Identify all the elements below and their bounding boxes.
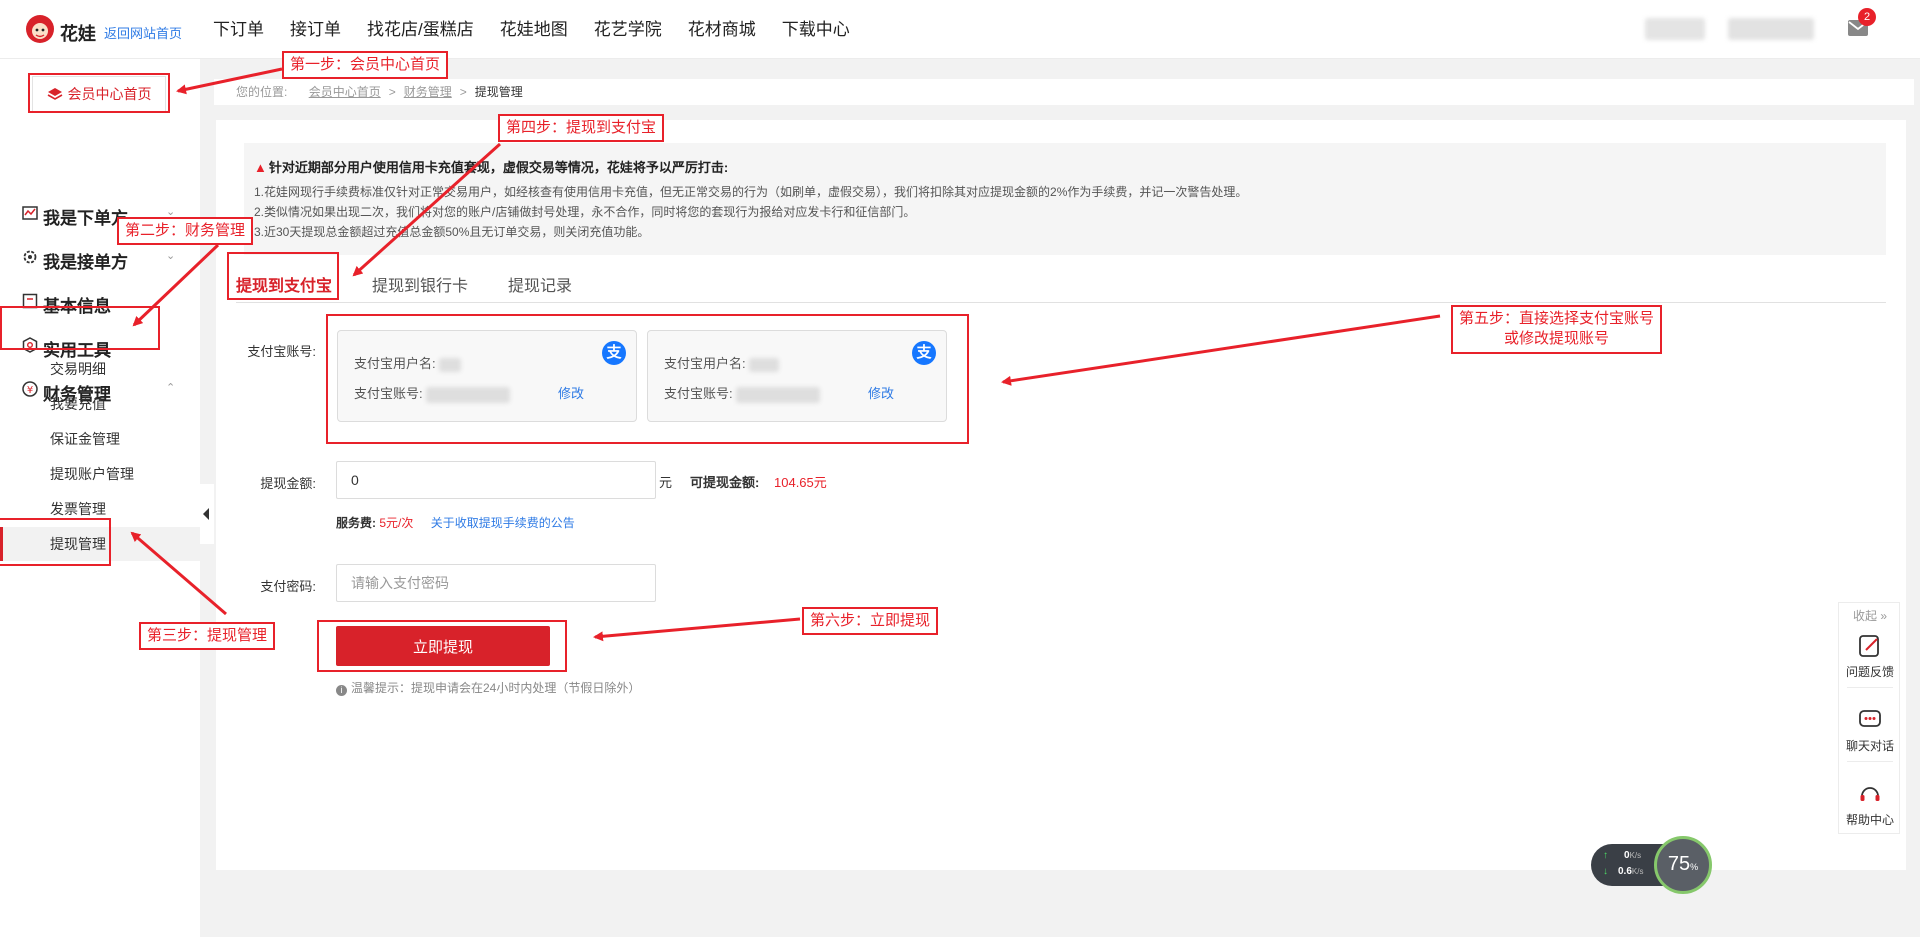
annotation-box-finance [0, 306, 160, 350]
back-to-site-link[interactable]: 返回网站首页 [104, 23, 182, 42]
headset-icon [1860, 787, 1880, 801]
fee-label: 服务费: [336, 516, 376, 530]
user-name-blurred[interactable] [1728, 18, 1814, 40]
alarm-icon: ▲ [254, 160, 267, 175]
available-value: 104.65元 [774, 475, 827, 490]
float-toolbox: 收起 » 问题反馈 聊天对话 帮助中心 [1838, 602, 1900, 834]
notice-title: ▲ 针对近期部分用户使用信用卡充值套现，虚假交易等情况，花娃将予以严厉打击: [254, 157, 728, 176]
amount-label: 提现金额: [260, 476, 316, 491]
sub-recharge[interactable]: 我要充值 [50, 394, 106, 414]
huawa-logo-icon[interactable] [22, 12, 58, 46]
tab-records[interactable]: 提现记录 [508, 272, 572, 296]
breadcrumb-current: 提现管理 [474, 85, 523, 99]
nav-place-order[interactable]: 下订单 [213, 0, 264, 59]
memory-gauge[interactable]: 75% [1654, 836, 1712, 894]
nav-mall[interactable]: 花材商城 [688, 0, 756, 59]
notice-line: 3.近30天提现总金额超过充值总金额50%且无订单交易，则关闭充值功能。 [254, 225, 650, 239]
logo-text: 花娃 [60, 24, 96, 44]
chat-icon [1859, 710, 1881, 727]
download-speed: ↓ 0.6K/s [1603, 866, 1643, 877]
tab-bank-card[interactable]: 提现到银行卡 [372, 272, 468, 296]
divider [1847, 761, 1893, 762]
upload-unit: K/s [1629, 851, 1642, 860]
float-collapse[interactable]: 收起 » [1839, 607, 1901, 624]
breadcrumb: 您的位置: 会员中心首页 > 财务管理 > 提现管理 [214, 79, 1914, 105]
breadcrumb-member-home[interactable]: 会员中心首页 [309, 85, 381, 99]
sub-withdraw-accounts[interactable]: 提现账户管理 [50, 464, 134, 484]
sidebar: 会员中心首页 我是下单方 ⌄ 我是接单方 ⌄ 基本信息 实用工具 ¥ 财务管理 … [0, 59, 200, 937]
breadcrumb-prefix: 您的位置: [236, 85, 288, 99]
processing-tip: i 温馨提示：提现申请会在24小时内处理（节假日除外） [336, 679, 640, 696]
nav-academy[interactable]: 花艺学院 [594, 0, 662, 59]
chat-label: 聊天对话 [1845, 739, 1894, 753]
help-center-button[interactable]: 帮助中心 [1839, 781, 1901, 828]
annotation-box-submit [317, 620, 567, 672]
breadcrumb-finance[interactable]: 财务管理 [404, 85, 452, 99]
password-label: 支付密码: [260, 579, 316, 594]
chevron-down-icon: ⌄ [166, 250, 176, 262]
help-center-label: 帮助中心 [1845, 813, 1894, 827]
nav-map[interactable]: 花娃地图 [500, 0, 568, 59]
nav-download[interactable]: 下载中心 [782, 0, 850, 59]
chat-button[interactable]: 聊天对话 [1839, 707, 1901, 754]
annotation-step4: 第四步：提现到支付宝 [498, 114, 665, 143]
notice-box: ▲ 针对近期部分用户使用信用卡充值套现，虚假交易等情况，花娃将予以严厉打击: 1.… [244, 143, 1886, 255]
user-avatar-blurred[interactable] [1645, 18, 1705, 40]
available-label: 可提现金额: [690, 475, 760, 490]
chart-icon [22, 206, 38, 220]
svg-text:¥: ¥ [27, 385, 33, 396]
amount-input[interactable] [336, 461, 656, 499]
annotation-step1: 第一步：会员中心首页 [282, 51, 449, 80]
sub-deposit[interactable]: 保证金管理 [50, 429, 120, 449]
arrow-down-icon: ↓ [1603, 866, 1608, 877]
arrow-up-icon: ↑ [1603, 850, 1608, 861]
sidebar-collapse-toggle[interactable] [200, 484, 214, 544]
download-unit: K/s [1631, 867, 1644, 876]
info-icon: i [336, 685, 347, 696]
annotation-step5: 第五步：直接选择支付宝账号 或修改提现账号 [1451, 305, 1663, 354]
fee-notice-link[interactable]: 关于收取提现手续费的公告 [431, 516, 575, 530]
sub-invoices[interactable]: 发票管理 [50, 499, 106, 519]
divider [1847, 687, 1893, 688]
sub-transactions[interactable]: 交易明细 [50, 359, 106, 379]
breadcrumb-sep-icon: > [459, 85, 467, 99]
annotation-step3: 第三步：提现管理 [139, 622, 276, 651]
annotation-box-member-home [28, 73, 170, 113]
menu-ordering-label: 我是下单方 [43, 209, 128, 228]
annotation-step5-line1: 第五步：直接选择支付宝账号 [1459, 310, 1655, 327]
annotation-step2: 第二步：财务管理 [117, 217, 254, 246]
payment-password-input[interactable] [336, 564, 656, 602]
notice-title-text: 针对近期部分用户使用信用卡充值套现，虚假交易等情况，花娃将予以严厉打击: [268, 160, 729, 175]
chevron-up-icon: ⌃ [166, 382, 176, 394]
fee-line: 服务费: 5元/次 关于收取提现手续费的公告 [336, 514, 575, 531]
feedback-button[interactable]: 问题反馈 [1839, 633, 1901, 680]
alipay-account-label: 支付宝账号: [247, 344, 316, 359]
notice-line: 1.花娃网现行手续费标准仅针对正常交易用户，如经核查有使用信用卡充值，但无正常交… [254, 185, 1248, 199]
yuan-icon: ¥ [22, 381, 38, 397]
edit-feedback-icon [1859, 635, 1879, 657]
annotation-box-accounts [326, 314, 969, 444]
gauge-percent: 75 [1667, 853, 1691, 875]
withdraw-tabs: 提现到支付宝 提现到银行卡 提现记录 [236, 268, 1886, 303]
annotation-box-withdraw-manage [0, 518, 111, 566]
download-value: 0.6 [1618, 866, 1632, 877]
feedback-label: 问题反馈 [1845, 665, 1894, 679]
gear-icon [23, 250, 37, 264]
notice-line: 2.类似情况如果出现二次，我们将对您的账户/店铺做封号处理，永不合作，同时将您的… [254, 205, 916, 219]
processing-tip-text: 温馨提示：提现申请会在24小时内处理（节假日除外） [351, 681, 641, 695]
annotation-box-alipay-tab [227, 252, 339, 300]
gauge-percent-unit: % [1690, 862, 1699, 872]
fee-value: 5元/次 [379, 516, 414, 530]
breadcrumb-sep-icon: > [388, 85, 396, 99]
amount-unit: 元 [659, 475, 673, 490]
menu-receiving-label: 我是接单方 [43, 253, 128, 272]
upload-speed: ↑ 0K/s [1603, 850, 1641, 861]
annotation-step6: 第六步：立即提现 [802, 607, 939, 636]
mail-badge: 2 [1858, 8, 1876, 26]
annotation-step5-line2: 或修改提现账号 [1504, 330, 1610, 348]
